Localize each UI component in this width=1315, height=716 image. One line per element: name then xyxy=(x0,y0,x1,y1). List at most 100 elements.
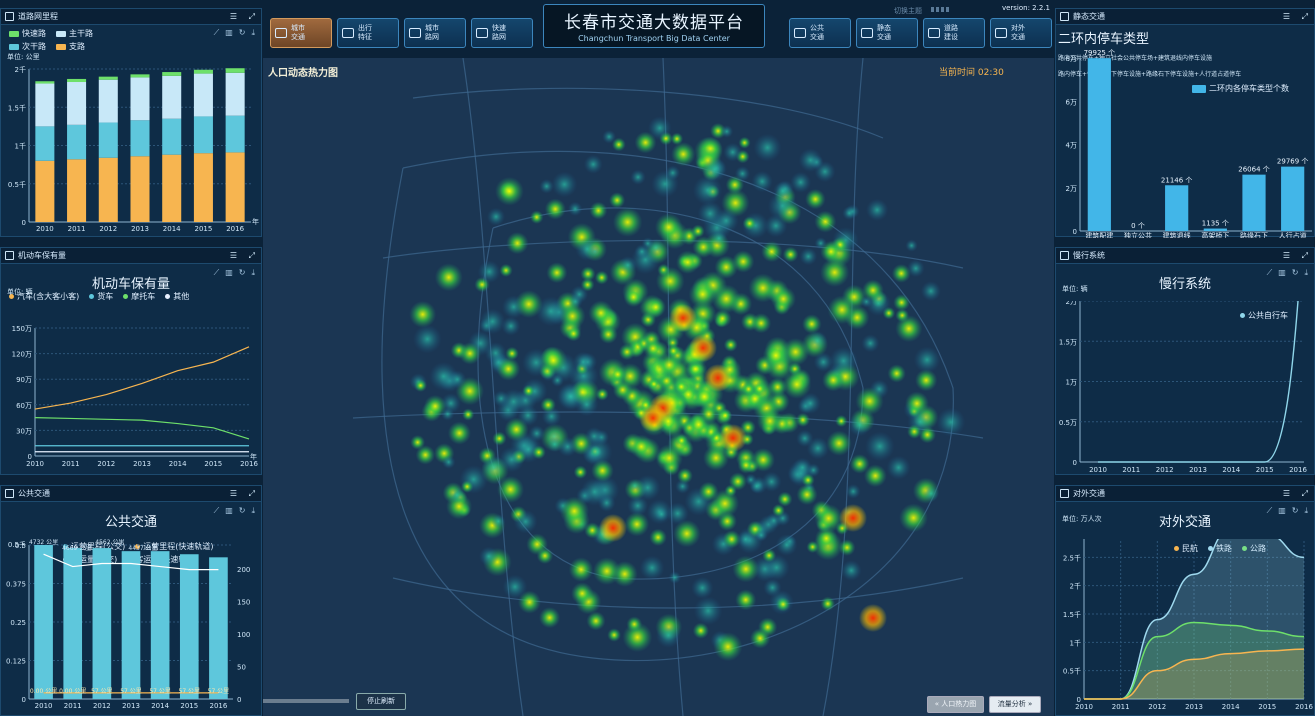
bar-segment xyxy=(162,118,182,155)
data-label: 1135 个 xyxy=(1202,220,1229,228)
y2-tick-label: 50 xyxy=(237,664,246,672)
road-network-panel: 道路网里程 ☰ ⤢ 快速路 主干路 次干路 支路 ⟋ ▥ ↻ ⤓ 单位: 公里 0 0.5千 1千 1… xyxy=(0,8,262,237)
nav-button-label: 城市 路网 xyxy=(425,24,439,42)
nav-button-build[interactable]: 道路 建设 xyxy=(923,18,985,48)
expand-icon[interactable]: ⤢ xyxy=(249,12,255,21)
bar-segment xyxy=(130,74,150,78)
heat-point xyxy=(798,148,823,173)
x-tick-label: 2016 xyxy=(1289,466,1307,474)
x-tick-label: 2012 xyxy=(1148,703,1166,711)
download-icon[interactable]: ⤓ xyxy=(251,28,255,37)
menu-icon[interactable]: ☰ xyxy=(1283,12,1290,21)
heat-point xyxy=(539,346,568,375)
x-tick-label: 2014 xyxy=(1222,703,1240,711)
heat-hotspot xyxy=(689,334,717,362)
legend-swatch xyxy=(56,43,66,50)
legend-item[interactable]: 次干路 xyxy=(9,41,46,52)
legend-swatch xyxy=(9,30,19,37)
nav-button-city[interactable]: 城市 交通 xyxy=(270,18,332,48)
y-tick-label: 0.5万 xyxy=(1059,419,1077,427)
x-tick-label: 2013 xyxy=(131,225,149,233)
heat-point xyxy=(500,388,527,415)
heat-point xyxy=(826,430,852,456)
heat-point xyxy=(645,296,667,318)
line-icon[interactable]: ⟋ xyxy=(214,28,220,37)
heat-point xyxy=(486,207,506,226)
nav-label-line1: 公共 xyxy=(810,24,824,32)
bar-segment xyxy=(162,72,182,76)
legend-swatch xyxy=(89,294,95,299)
nav-button-map[interactable]: 静态 交通 xyxy=(856,18,918,48)
nav-button-bus[interactable]: 公共 交通 xyxy=(789,18,851,48)
heat-point xyxy=(895,315,923,343)
heat-point xyxy=(734,166,751,182)
heat-point xyxy=(691,224,705,238)
heat-point xyxy=(792,457,813,478)
legend-label: 支路 xyxy=(69,42,85,51)
menu-icon[interactable]: ☰ xyxy=(1283,251,1290,260)
expand-icon[interactable]: ⤢ xyxy=(249,251,255,260)
tab-population-heatmap[interactable]: « 人口热力图 xyxy=(927,696,984,713)
x-tick-label: 2013 xyxy=(122,702,140,710)
menu-icon[interactable]: ☰ xyxy=(230,251,237,260)
heat-point xyxy=(814,526,838,550)
x-tick-label: 2010 xyxy=(1075,703,1093,711)
nav-button-external[interactable]: 对外 交通 xyxy=(990,18,1052,48)
x-tick-label: 路缘石下 xyxy=(1240,231,1268,238)
expand-icon[interactable]: ⤢ xyxy=(249,489,255,498)
heat-point xyxy=(513,509,538,534)
nav-button-chart[interactable]: 出行 特征 xyxy=(337,18,399,48)
heat-point xyxy=(677,467,693,484)
bar-segment xyxy=(35,126,55,161)
heat-point xyxy=(573,465,588,479)
theme-switch-link[interactable]: 切换主题 xyxy=(894,6,922,16)
expand-icon[interactable]: ⤢ xyxy=(1302,12,1308,21)
y-tick-label: 1.5千 xyxy=(1063,610,1081,619)
heat-point xyxy=(756,408,783,435)
menu-icon[interactable]: ☰ xyxy=(230,12,237,21)
legend-item[interactable]: 支路 xyxy=(56,41,85,52)
heat-point xyxy=(754,528,768,542)
x-tick-label: 2015 xyxy=(180,702,198,710)
heat-point xyxy=(572,351,594,373)
x-tick-label: 2011 xyxy=(64,702,82,710)
nav-button-label: 道路 建设 xyxy=(944,24,958,42)
panel-header-title: 机动车保有量 xyxy=(18,251,66,260)
y-tick-label: 2万 xyxy=(1066,185,1077,193)
menu-icon[interactable]: ☰ xyxy=(230,489,237,498)
tab-flow-analysis[interactable]: 流量分析 » xyxy=(989,696,1041,713)
stop-refresh-button[interactable]: 停止刷新 xyxy=(356,693,406,710)
chart-title: 慢行系统 xyxy=(1158,277,1211,292)
refresh-icon[interactable]: ↻ xyxy=(239,28,246,37)
expand-icon[interactable]: ⤢ xyxy=(1302,489,1308,498)
vehicle-panel: 机动车保有量 ☰ ⤢ ⟋ ▥ ↻ ⤓ 机动车保有量 汽车(含大客小客) 货车 摩托车 其他 单位… xyxy=(0,247,262,475)
legend-item[interactable]: 主干路 xyxy=(56,28,93,39)
heat-point xyxy=(887,364,906,383)
y2-tick-label: 200 xyxy=(237,566,250,574)
menu-icon[interactable]: ☰ xyxy=(1283,489,1290,498)
x-tick-label: 2014 xyxy=(151,702,169,710)
x-tick-label: 2015 xyxy=(1256,466,1274,474)
heat-point xyxy=(829,346,858,376)
nav-button-car[interactable]: 快速 路网 xyxy=(471,18,533,48)
nav-label-line2: 交通 xyxy=(1011,33,1025,41)
y-tick-label: 120万 xyxy=(12,351,32,359)
heat-point xyxy=(448,370,467,389)
x-tick-label: 2015 xyxy=(1258,703,1276,711)
heat-point xyxy=(491,514,506,529)
panel-header: 慢行系统 ☰ ⤢ xyxy=(1056,248,1314,264)
grid-icon[interactable] xyxy=(931,7,951,12)
heat-point xyxy=(777,491,793,507)
bar xyxy=(179,554,199,699)
expand-icon[interactable]: ⤢ xyxy=(1302,251,1308,260)
legend-item[interactable]: 快速路 xyxy=(9,28,46,39)
data-label: 57 公里 xyxy=(179,688,201,695)
heat-point xyxy=(720,125,734,138)
public-transit-panel: 公共交通☰⤢ ⟋▥↻⤓ 公共交通 运营里程(公交)运营里程(快速轨道)客运量(公… xyxy=(0,485,262,716)
nav-button-road[interactable]: 城市 路网 xyxy=(404,18,466,48)
bar-icon[interactable]: ▥ xyxy=(225,28,233,37)
progress-track xyxy=(263,699,349,703)
heat-point xyxy=(762,548,777,563)
x-tick-label: 2012 xyxy=(99,225,117,233)
heatmap-map[interactable]: 人口动态热力图 当前时间 02:30 停止刷新 « 人口热力图 流量分析 » xyxy=(263,58,1054,716)
